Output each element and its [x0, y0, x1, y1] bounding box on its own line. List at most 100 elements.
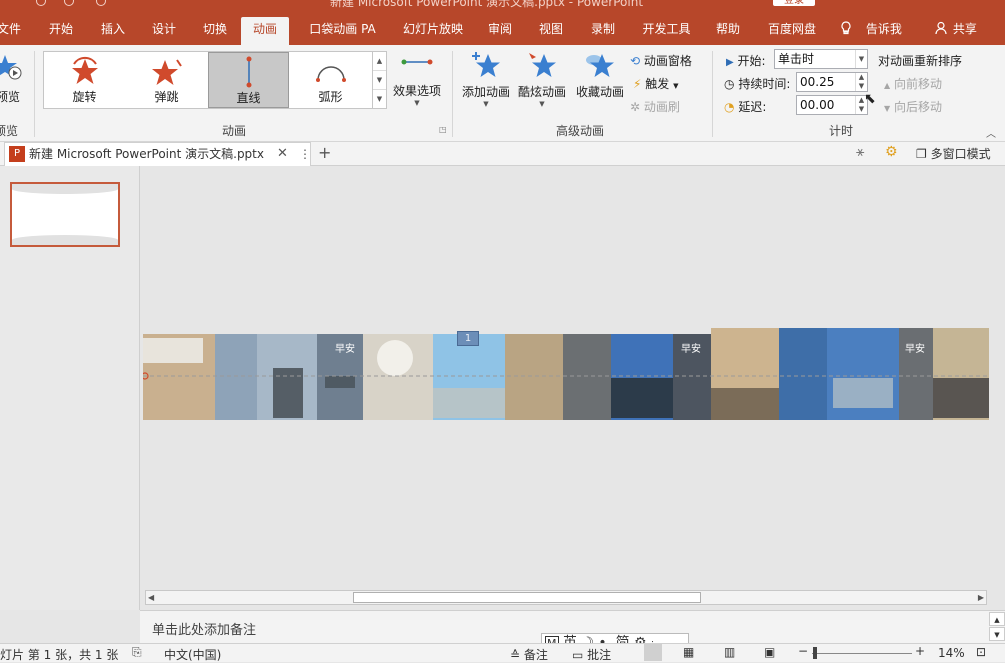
scroll-left-icon[interactable]: ◀ — [148, 591, 154, 604]
tab-design[interactable]: 设计 — [147, 17, 181, 45]
thumb-curve-top — [12, 184, 118, 194]
gallery-item-label: 直线 — [236, 91, 261, 105]
status-bar: 幻灯片 第 1 张，共 1 张 ⎘ 中文(中国) ≙ 备注 ▭ 批注 ▦ ▥ ▣… — [0, 643, 1005, 662]
slide-sorter-icon[interactable]: ▦ — [683, 645, 694, 659]
preview-button[interactable]: 预览 — [0, 53, 26, 115]
favorite-animation-button[interactable]: 收藏动画 — [574, 50, 626, 106]
tab-menu-icon[interactable]: ⋮ — [299, 143, 311, 165]
undo-icon[interactable] — [36, 0, 46, 6]
gallery-item-arc[interactable]: 弧形 — [290, 52, 371, 108]
animation-painter-button[interactable]: ✲ 动画刷 — [630, 98, 680, 115]
cool-animation-button[interactable]: 酷炫动画 ▼ — [516, 50, 568, 116]
reading-view-icon[interactable]: ▥ — [724, 645, 735, 659]
photo-collage-image — [143, 328, 989, 420]
tab-file[interactable]: 文件 — [0, 17, 22, 45]
scroll-thumb[interactable] — [353, 592, 701, 603]
notes-scrollbar[interactable]: ▲ ▼ — [989, 612, 1005, 642]
duration-label-row: ◷ 持续时间: — [724, 75, 790, 92]
notes-toggle[interactable]: ≙ 备注 — [510, 646, 548, 663]
scroll-up-icon[interactable]: ▲ — [989, 612, 1005, 626]
multiwindow-button[interactable]: ❐ 多窗口模式 — [916, 145, 991, 162]
document-tab[interactable]: P 新建 Microsoft PowerPoint 演示文稿.pptx ✕ ⋮ — [4, 142, 311, 166]
customize-quick-access-icon[interactable] — [96, 0, 106, 6]
tell-me-search[interactable]: 告诉我 — [840, 17, 906, 45]
overlay-text: 早安 — [905, 344, 925, 355]
gallery-item-bounce[interactable]: 弹跳 — [126, 52, 207, 108]
tab-animations[interactable]: 动画 — [241, 17, 289, 45]
start-select[interactable]: 单击时 ▼ — [774, 49, 868, 69]
tab-developer[interactable]: 开发工具 — [639, 17, 694, 45]
share-button[interactable]: 共享 — [935, 17, 985, 45]
spinner-arrows-icon[interactable]: ▲ ▼ — [855, 73, 867, 91]
arrow-up-icon: ▲ — [884, 81, 891, 90]
normal-view-icon[interactable] — [644, 644, 662, 661]
close-tab-icon[interactable]: ✕ — [277, 143, 288, 165]
zoom-level[interactable]: 14% — [938, 646, 965, 660]
tab-pocket-animation[interactable]: 口袋动画 PA — [305, 17, 380, 45]
effect-options-button[interactable]: 效果选项 ▼ — [392, 55, 442, 115]
tab-review[interactable]: 审阅 — [485, 17, 515, 45]
slide-canvas: 1 早安 早安 早安 — [141, 166, 1005, 588]
tab-view[interactable]: 视图 — [536, 17, 566, 45]
zoom-out-icon[interactable]: − — [798, 644, 808, 658]
play-icon: ▶ — [726, 57, 734, 68]
add-star-icon — [472, 52, 500, 77]
start-value: 单击时 — [778, 52, 815, 66]
tab-insert[interactable]: 插入 — [96, 17, 130, 45]
scroll-down-icon[interactable]: ▼ — [989, 627, 1005, 641]
slideshow-view-icon[interactable]: ▣ — [764, 645, 775, 659]
animation-pane-icon: ⟲ — [630, 54, 641, 68]
chevron-down-icon[interactable]: ▼ — [855, 50, 867, 68]
language-status[interactable]: 中文(中国) — [164, 646, 221, 663]
duration-spinner[interactable]: 00.25 ▲ ▼ — [796, 72, 868, 92]
zoom-slider[interactable] — [812, 653, 912, 654]
accessibility-icon[interactable]: ⎘ — [132, 645, 142, 660]
tab-home[interactable]: 开始 — [44, 17, 78, 45]
tab-record[interactable]: 录制 — [588, 17, 618, 45]
dialog-launcher-icon[interactable]: ◳ — [439, 125, 447, 134]
gallery-scroll[interactable]: ▲ ▼ ▼ — [373, 51, 387, 109]
gallery-item-spin[interactable]: 旋转 — [44, 52, 125, 108]
overlay-text: 早安 — [335, 344, 355, 355]
animation-order-badge[interactable]: 1 — [457, 331, 479, 346]
tab-transitions[interactable]: 切换 — [198, 17, 232, 45]
ribbon-tabs: 文件 开始 插入 设计 切换 动画 口袋动画 PA 幻灯片放映 审阅 视图 录制… — [0, 12, 1005, 45]
trigger-button[interactable]: ⚡ 触发 ▼ — [633, 75, 679, 92]
bounce-star-icon — [151, 59, 182, 85]
collapse-ribbon-icon[interactable]: ︿ — [986, 125, 996, 140]
tab-slideshow[interactable]: 幻灯片放映 — [398, 17, 468, 45]
sign-in-button[interactable]: 登录 — [773, 0, 815, 6]
gallery-more-icon[interactable]: ▼ — [373, 90, 386, 108]
photo-strip[interactable]: 1 早安 早安 早安 — [143, 328, 989, 420]
clock-icon: ◷ — [724, 77, 735, 91]
arc-path-icon — [315, 66, 346, 82]
new-tab-icon[interactable]: + — [318, 142, 331, 164]
settings-gear-icon[interactable]: ⚙ — [885, 144, 898, 160]
lightbulb-icon — [841, 21, 851, 35]
gallery-up-icon[interactable]: ▲ — [373, 52, 386, 71]
cool-animation-label: 酷炫动画 — [517, 85, 566, 99]
tab-baidu-netdisk[interactable]: 百度网盘 — [764, 17, 820, 45]
trigger-label: 触发 — [645, 77, 670, 91]
overlay-text: 早安 — [681, 344, 701, 355]
animation-pane-label: 动画窗格 — [643, 54, 692, 68]
delay-spinner[interactable]: 00.00 ▲ ▼ — [796, 95, 868, 115]
slide-thumbnail[interactable] — [10, 182, 120, 247]
zoom-slider-thumb[interactable] — [813, 647, 817, 659]
mouse-cursor-icon: ⬉ — [864, 91, 876, 107]
redo-icon[interactable] — [64, 0, 74, 6]
add-animation-button[interactable]: 添加动画 ▼ — [460, 50, 512, 116]
comments-toggle[interactable]: ▭ 批注 — [572, 646, 611, 663]
gallery-item-line[interactable]: 直线 — [208, 52, 289, 108]
pin-icon[interactable]: ⚹ — [856, 144, 864, 160]
animation-pane-button[interactable]: ⟲ 动画窗格 — [630, 52, 692, 69]
move-earlier-button[interactable]: ▲ 向前移动 — [884, 75, 942, 92]
horizontal-scrollbar[interactable]: ◀ ▶ — [145, 590, 987, 605]
gallery-down-icon[interactable]: ▼ — [373, 71, 386, 90]
timing-group-label: 计时 — [829, 124, 854, 138]
fit-to-window-icon[interactable]: ⊡ — [976, 645, 986, 659]
zoom-in-icon[interactable]: + — [915, 644, 925, 658]
scroll-right-icon[interactable]: ▶ — [978, 591, 984, 604]
tab-help[interactable]: 帮助 — [713, 17, 743, 45]
move-later-button[interactable]: ▼ 向后移动 — [884, 98, 942, 115]
